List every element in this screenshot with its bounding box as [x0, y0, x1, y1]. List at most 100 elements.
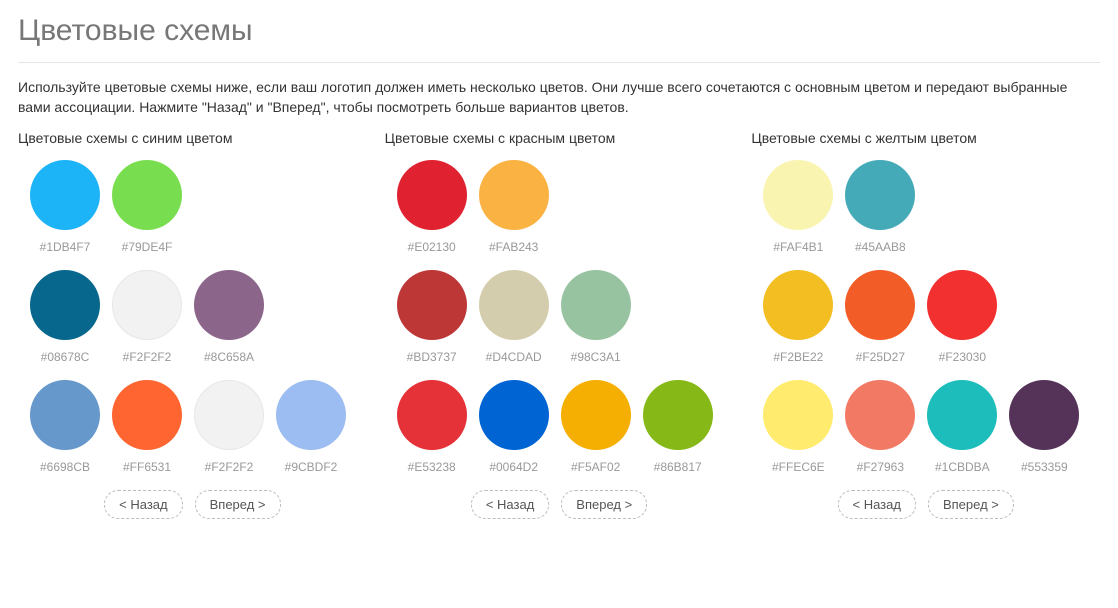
color-swatch[interactable]: #BD3737 [397, 270, 467, 364]
color-scheme-row: #6698CB #FF6531 #F2F2F2 #9CBDF2 [18, 380, 367, 474]
color-hex-label: #0064D2 [489, 460, 538, 474]
color-hex-label: #553359 [1021, 460, 1068, 474]
color-circle [112, 160, 182, 230]
color-scheme-row: #08678C #F2F2F2 #8C658A [18, 270, 367, 364]
divider [18, 62, 1100, 63]
color-circle [276, 380, 346, 450]
column-title: Цветовые схемы с красным цветом [385, 130, 734, 146]
color-hex-label: #98C3A1 [571, 350, 621, 364]
color-scheme-row: #FAF4B1 #45AAB8 [751, 160, 1100, 254]
color-swatch[interactable]: #FAF4B1 [763, 160, 833, 254]
color-swatch[interactable]: #F2BE22 [763, 270, 833, 364]
color-circle [30, 380, 100, 450]
color-hex-label: #1CBDBA [935, 460, 990, 474]
color-hex-label: #F23030 [939, 350, 986, 364]
color-hex-label: #FFEC6E [772, 460, 825, 474]
color-circle [643, 380, 713, 450]
forward-button[interactable]: Вперед > [928, 490, 1014, 519]
color-circle [845, 160, 915, 230]
color-swatch[interactable]: #F27963 [845, 380, 915, 474]
color-circle [30, 270, 100, 340]
column: Цветовые схемы с красным цветом #E02130 #F… [385, 130, 734, 519]
color-hex-label: #F27963 [857, 460, 904, 474]
color-swatch[interactable]: #FF6531 [112, 380, 182, 474]
color-circle [112, 270, 182, 340]
color-hex-label: #F2F2F2 [205, 460, 254, 474]
color-hex-label: #08678C [41, 350, 90, 364]
color-scheme-row: #E53238 #0064D2 #F5AF02 #86B817 [385, 380, 734, 474]
color-swatch[interactable]: #79DE4F [112, 160, 182, 254]
column: Цветовые схемы с синим цветом #1DB4F7 #79D… [18, 130, 367, 519]
column-title: Цветовые схемы с желтым цветом [751, 130, 1100, 146]
color-circle [194, 270, 264, 340]
color-swatch[interactable]: #F23030 [927, 270, 997, 364]
color-swatch[interactable]: #6698CB [30, 380, 100, 474]
color-scheme-row: #F2BE22 #F25D27 #F23030 [751, 270, 1100, 364]
color-scheme-row: #E02130 #FAB243 [385, 160, 734, 254]
color-hex-label: #8C658A [204, 350, 254, 364]
color-hex-label: #FAB243 [489, 240, 538, 254]
color-circle [1009, 380, 1079, 450]
intro-text: Используйте цветовые схемы ниже, если ва… [18, 77, 1100, 118]
color-swatch[interactable]: #F2F2F2 [112, 270, 182, 364]
color-swatch[interactable]: #553359 [1009, 380, 1079, 474]
color-scheme-row: #FFEC6E #F27963 #1CBDBA #553359 [751, 380, 1100, 474]
color-swatch[interactable]: #98C3A1 [561, 270, 631, 364]
color-hex-label: #E02130 [408, 240, 456, 254]
color-circle [479, 380, 549, 450]
color-swatch[interactable]: #9CBDF2 [276, 380, 346, 474]
color-swatch[interactable]: #1CBDBA [927, 380, 997, 474]
color-circle [763, 270, 833, 340]
color-swatch[interactable]: #E53238 [397, 380, 467, 474]
color-hex-label: #6698CB [40, 460, 90, 474]
color-swatch[interactable]: #8C658A [194, 270, 264, 364]
color-swatch[interactable]: #08678C [30, 270, 100, 364]
color-swatch[interactable]: #F25D27 [845, 270, 915, 364]
color-swatch[interactable]: #FAB243 [479, 160, 549, 254]
color-circle [561, 270, 631, 340]
color-circle [194, 380, 264, 450]
color-circle [845, 380, 915, 450]
nav-buttons: < Назад Вперед > [385, 490, 734, 519]
forward-button[interactable]: Вперед > [195, 490, 281, 519]
color-circle [30, 160, 100, 230]
color-hex-label: #1DB4F7 [40, 240, 91, 254]
color-swatch[interactable]: #45AAB8 [845, 160, 915, 254]
color-circle [927, 270, 997, 340]
back-button[interactable]: < Назад [471, 490, 549, 519]
nav-buttons: < Назад Вперед > [751, 490, 1100, 519]
color-circle [397, 160, 467, 230]
color-circle [845, 270, 915, 340]
color-hex-label: #79DE4F [122, 240, 173, 254]
color-swatch[interactable]: #FFEC6E [763, 380, 833, 474]
color-circle [479, 270, 549, 340]
color-circle [763, 380, 833, 450]
color-hex-label: #F2BE22 [773, 350, 823, 364]
column: Цветовые схемы с желтым цветом #FAF4B1 #45… [751, 130, 1100, 519]
color-hex-label: #F25D27 [856, 350, 905, 364]
column-title: Цветовые схемы с синим цветом [18, 130, 367, 146]
color-circle [479, 160, 549, 230]
color-circle [763, 160, 833, 230]
color-circle [397, 380, 467, 450]
nav-buttons: < Назад Вперед > [18, 490, 367, 519]
forward-button[interactable]: Вперед > [561, 490, 647, 519]
color-swatch[interactable]: #86B817 [643, 380, 713, 474]
color-swatch[interactable]: #F5AF02 [561, 380, 631, 474]
color-swatch[interactable]: #1DB4F7 [30, 160, 100, 254]
back-button[interactable]: < Назад [838, 490, 916, 519]
color-hex-label: #9CBDF2 [285, 460, 338, 474]
color-circle [561, 380, 631, 450]
color-swatch[interactable]: #0064D2 [479, 380, 549, 474]
color-swatch[interactable]: #E02130 [397, 160, 467, 254]
color-swatch[interactable]: #F2F2F2 [194, 380, 264, 474]
color-hex-label: #D4CDAD [486, 350, 542, 364]
color-swatch[interactable]: #D4CDAD [479, 270, 549, 364]
color-circle [927, 380, 997, 450]
color-hex-label: #E53238 [408, 460, 456, 474]
back-button[interactable]: < Назад [104, 490, 182, 519]
color-hex-label: #F5AF02 [571, 460, 620, 474]
color-scheme-row: #1DB4F7 #79DE4F [18, 160, 367, 254]
color-hex-label: #FF6531 [123, 460, 171, 474]
color-hex-label: #45AAB8 [855, 240, 906, 254]
